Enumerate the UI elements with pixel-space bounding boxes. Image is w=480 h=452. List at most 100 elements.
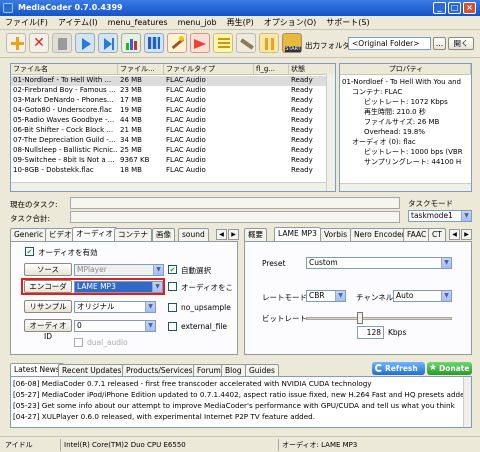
column-header[interactable]: ファイル名 — [11, 64, 118, 75]
menu-support[interactable]: サポート(S) — [321, 16, 374, 30]
minimize-button[interactable]: _ — [433, 2, 446, 14]
open-folder-button[interactable]: 開く — [448, 37, 474, 50]
table-row[interactable]: 03-Mark DeNardo - Phones... 17 MB FLAC Aud… — [11, 96, 327, 106]
bitrate-input[interactable]: 128 — [357, 326, 384, 339]
channel-select[interactable]: Auto ▼ — [393, 290, 452, 302]
refresh-button[interactable]: Refresh — [372, 362, 425, 375]
column-header[interactable]: fl_g... — [254, 64, 289, 75]
tab-video[interactable]: ビデオ — [45, 228, 76, 241]
chevron-down-icon: ▼ — [152, 282, 162, 292]
tab-vorbis[interactable]: Vorbis — [320, 228, 351, 241]
tab-sound[interactable]: sound — [178, 228, 209, 241]
menu-item[interactable]: アイテム(I) — [53, 16, 103, 30]
trash-icon[interactable] — [52, 33, 72, 53]
external-file-checkbox[interactable] — [168, 322, 177, 331]
preset-select[interactable]: Custom ▼ — [306, 257, 452, 269]
encoder-select[interactable]: LAME MP3 ▼ — [74, 281, 163, 293]
tab-overview[interactable]: 概要 — [244, 228, 267, 241]
grid-icon[interactable] — [144, 33, 164, 53]
source-value: MPlayer — [77, 265, 107, 274]
tab-scroll-right-icon[interactable]: ▶ — [228, 229, 239, 240]
output-folder-input[interactable]: <Original Folder> — [348, 37, 431, 50]
pause-icon[interactable] — [259, 33, 279, 53]
add-file-icon[interactable] — [6, 33, 26, 53]
audio-id-select[interactable]: 0 ▼ — [74, 320, 156, 332]
bitrate-slider-handle[interactable] — [357, 312, 363, 324]
tab-audio[interactable]: オーディオ — [72, 227, 117, 241]
menu-job[interactable]: menu_job — [173, 16, 222, 30]
next-icon[interactable] — [98, 33, 118, 53]
play-icon[interactable] — [75, 33, 95, 53]
donate-button[interactable]: ★ Donate — [427, 362, 472, 375]
resample-button[interactable]: リサンプル — [24, 300, 72, 313]
audio-id-button[interactable]: オーディオ ID — [24, 319, 72, 341]
news-scrollbar[interactable] — [463, 377, 471, 427]
tab-nero-encoder[interactable]: Nero Encoder — [350, 228, 409, 241]
tab-latest-news[interactable]: Latest News — [10, 363, 64, 377]
browse-button[interactable]: ... — [433, 37, 446, 50]
rate-mode-select[interactable]: CBR ▼ — [306, 290, 346, 302]
file-list-scrollbar[interactable] — [326, 74, 335, 191]
table-row[interactable]: 04-Goto80 - Underscore.flac 19 MB FLAC Aud… — [11, 106, 327, 116]
bitrate-slider-track[interactable] — [306, 317, 452, 320]
news-item[interactable]: [06-08] MediaCoder 0.7.1 released - firs… — [13, 379, 463, 389]
property-line[interactable]: ビットレート: 1000 bps (VBR — [364, 147, 463, 157]
news-item[interactable]: [05-27] MediaCoder iPod/iPhone Edition u… — [13, 390, 463, 400]
property-line[interactable]: 01-Nordloef - To Hell With You and — [342, 77, 461, 87]
file-list-hscrollbar[interactable] — [11, 182, 326, 191]
menu-file[interactable]: ファイル(F) — [0, 16, 53, 30]
tab-scroll-right-icon[interactable]: ▶ — [461, 229, 472, 240]
notes-icon[interactable] — [213, 33, 233, 53]
table-row[interactable]: 08-Nullsleep - Ballistic Picnic... 25 MB F… — [11, 146, 327, 156]
resample-select[interactable]: オリジナル ▼ — [74, 301, 156, 313]
tab-scroll-left-icon[interactable]: ◀ — [449, 229, 460, 240]
table-row[interactable]: 06-Bit Shifter - Cock Block ... 21 MB FLAC… — [11, 126, 327, 136]
source-select[interactable]: MPlayer ▼ — [74, 264, 164, 276]
property-line[interactable]: サンプリングレート: 44100 H — [364, 157, 461, 167]
tab-faac[interactable]: FAAC — [403, 228, 431, 241]
property-line[interactable]: Overhead: 19.8% — [364, 127, 425, 137]
settings-wrench-icon[interactable] — [236, 33, 256, 53]
tab-container[interactable]: コンテナ — [114, 228, 152, 241]
convert-icon[interactable] — [190, 33, 210, 53]
auto-select-checkbox[interactable]: ✔ — [168, 265, 177, 274]
encoder-button[interactable]: エンコーダ — [24, 280, 72, 293]
source-button[interactable]: ソース — [24, 263, 72, 276]
tab-lame-mp3[interactable]: LAME MP3 — [274, 227, 321, 241]
property-line[interactable]: ファイルサイズ: 26 MB — [364, 117, 439, 127]
statistics-icon[interactable] — [121, 33, 141, 53]
wand-icon[interactable] — [167, 33, 187, 53]
table-row[interactable]: 10-8GB - Dobstekk.flac 18 MB FLAC Audio Rea… — [11, 166, 327, 176]
start-icon[interactable]: START — [282, 33, 302, 53]
news-item[interactable]: [04-27] XULPlayer 0.6.0 released, with e… — [13, 412, 463, 422]
file-list[interactable]: ファイル名 ファイル... ファイルタイプ fl_g... 状態 01-Nord… — [10, 63, 336, 192]
table-row[interactable]: 07-The Depreciation Guild -... 34 MB FLAC … — [11, 136, 327, 146]
tab-generic[interactable]: Generic — [10, 228, 48, 241]
tab-image[interactable]: 画像 — [152, 228, 175, 241]
menu-play[interactable]: 再生(P) — [222, 16, 259, 30]
table-row[interactable]: 09-Switchee - 8bit Is Not a ... 9367 KB FL… — [11, 156, 327, 166]
close-button[interactable]: × — [463, 2, 476, 14]
menu-options[interactable]: オプション(O) — [259, 16, 322, 30]
remove-file-icon[interactable]: ✕ — [29, 33, 49, 53]
property-line[interactable]: ビットレート: 1072 Kbps — [364, 97, 448, 107]
enable-audio-checkbox[interactable]: ✔ — [25, 247, 34, 256]
table-row[interactable]: 02-Firebrand Boy - Famous ... 23 MB FLAC A… — [11, 86, 327, 96]
property-line[interactable]: オーディオ (0): flac — [352, 137, 416, 147]
news-item[interactable]: [05-23] Get some info about our attempt … — [13, 401, 463, 411]
column-header[interactable]: ファイル... — [118, 64, 164, 75]
properties-hscrollbar[interactable] — [340, 183, 471, 191]
maximize-button[interactable]: □ — [448, 2, 461, 14]
table-row[interactable]: 05-Radio Waves Goodbye -... 44 MB FLAC Aud… — [11, 116, 327, 126]
tab-scroll-left-icon[interactable]: ◀ — [216, 229, 227, 240]
dual-audio-checkbox[interactable] — [74, 338, 83, 347]
column-header[interactable]: ファイルタイプ — [164, 64, 254, 75]
property-line[interactable]: 再生時間: 210.0 秒 — [364, 107, 426, 117]
audio-other-checkbox[interactable] — [168, 282, 177, 291]
menu-features[interactable]: menu_features — [103, 16, 173, 30]
property-line[interactable]: コンテナ: FLAC — [352, 87, 402, 97]
no-upsample-checkbox[interactable] — [168, 303, 177, 312]
table-row[interactable]: 01-Nordloef - To Hell With ... 26 MB FLAC … — [11, 76, 327, 86]
taskmode-select[interactable]: taskmode1 ▼ — [408, 210, 472, 222]
tab-ct[interactable]: CT — [428, 228, 446, 241]
